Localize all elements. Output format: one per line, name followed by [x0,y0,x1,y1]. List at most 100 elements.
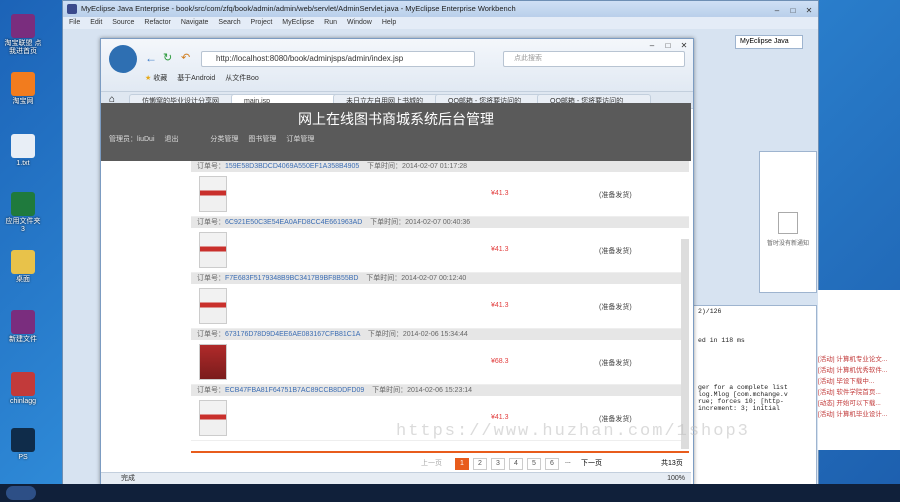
order-header: 订单号：159E58D3BDCD4069A550EF1A358B4905 下单时… [191,161,689,172]
taobao-icon [11,72,35,96]
minimize-icon[interactable]: – [647,41,657,51]
page-4[interactable]: 4 [509,458,523,470]
page-scrollbar[interactable] [681,239,689,449]
maximize-icon[interactable]: □ [663,41,673,51]
prev-page[interactable]: 上一页 [421,458,442,468]
site-title: 网上在线图书商城系统后台管理 [298,112,494,128]
order-no-label: 订单号： [197,219,225,226]
order-no[interactable]: 673176D78D9D4EE6AE083167CFB81C1A [225,331,360,338]
myeclipse-titlebar[interactable]: MyEclipse Java Enterprise - book/src/com… [63,1,818,17]
desktop-icon-5[interactable]: 桌面 [4,250,42,284]
order-time: 2014-02-06 15:34:44 [402,331,468,338]
order-item: 订单号：673176D78D9D4EE6AE083167CFB81C1A 下单时… [191,329,689,385]
logout-link[interactable]: 退出 [164,136,178,143]
page-1[interactable]: 1 [455,458,469,470]
order-header: 订单号：673176D78D9D4EE6AE083167CFB81C1A 下单时… [191,329,689,340]
taskbar [0,484,900,502]
order-no-label: 订单号： [197,163,225,170]
site-header: 网上在线图书商城系统后台管理 管理员：liuDui 退出 分类管理 图书管理 订… [101,103,691,161]
activity-item[interactable]: [活动] 软件学院首页... [818,387,900,398]
menu-source[interactable]: Source [112,19,134,26]
order-status[interactable]: (准备发货) [599,246,632,256]
menu-myeclipse[interactable]: MyEclipse [282,19,314,26]
book-cover[interactable] [199,176,227,212]
photoshop-icon [11,428,35,452]
activity-item[interactable]: [活动] 毕设下载中... [818,376,900,387]
activity-item[interactable]: [活动] 计算机毕业设计... [818,409,900,420]
perspective-switcher[interactable]: MyEclipse Java [735,35,803,49]
order-item: 订单号：6C921E50C3E54EA0AFD8CC4E661963AD 下单时… [191,217,689,273]
book-cover[interactable] [199,344,227,380]
window-controls: – □ ✕ [766,3,814,19]
order-no[interactable]: ECB47FBA81F64751B7AC89CCB8DDFD09 [225,387,364,394]
nav-orders[interactable]: 订单管理 [286,136,314,143]
page-2[interactable]: 2 [473,458,487,470]
order-status[interactable]: (准备发货) [599,302,632,312]
console-time: 2)/126 [698,308,722,315]
avatar[interactable] [109,45,137,73]
folder-icon [11,250,35,274]
order-time-label: 下单时间： [370,219,406,226]
notification-panel: 暂时没有新通知 [759,151,817,293]
menu-run[interactable]: Run [324,19,337,26]
menu-navigate[interactable]: Navigate [181,19,209,26]
favorite-item[interactable]: 基于Android [177,75,215,82]
page-5[interactable]: 5 [527,458,541,470]
order-status[interactable]: (准备发货) [599,190,632,200]
undo-icon[interactable]: ↶ [181,51,190,64]
order-no[interactable]: 159E58D3BDCD4069A550EF1A358B4905 [225,163,359,170]
nav-books[interactable]: 图书管理 [248,136,276,143]
book-cover[interactable] [199,232,227,268]
book-cover[interactable] [199,400,227,436]
back-icon[interactable]: ← [145,51,157,65]
order-price: ¥41.3 [491,190,509,197]
notice-icon [778,212,798,234]
order-no[interactable]: 6C921E50C3E54EA0AFD8CC4E661963AD [225,219,362,226]
page-6[interactable]: 6 [545,458,559,470]
menu-help[interactable]: Help [382,19,396,26]
order-no[interactable]: F7E683F5179348B9BC3417B9BF8B55BD [225,275,358,282]
browser-toolbar: ← ↻ ↶ http://localhost:8080/book/adminjs… [101,39,693,92]
minimize-icon[interactable]: – [772,6,782,16]
admin-label: 管理员：liuDui [109,136,155,143]
start-button[interactable] [6,486,36,500]
search-input[interactable]: 点此搜索 [503,51,685,67]
no-notice-text: 暂时没有新通知 [766,241,809,247]
menu-edit[interactable]: Edit [90,19,102,26]
desktop-icon-6[interactable]: 新建文件 [4,310,42,344]
menu-window[interactable]: Window [347,19,372,26]
activity-item[interactable]: [活动] 计算机优秀软件... [818,365,900,376]
order-price: ¥41.3 [491,302,509,309]
desktop-icon-7[interactable]: chinlagg [4,372,42,406]
order-status[interactable]: (准备发货) [599,358,632,368]
desktop-icon-1[interactable]: 淘宝联盟 点我进首页 [4,14,42,56]
desktop-icon-4[interactable]: 应用文件夹3 [4,192,42,234]
menu-file[interactable]: File [69,19,80,26]
maximize-icon[interactable]: □ [788,6,798,16]
desktop-icon-8[interactable]: PS [4,428,42,462]
desktop-icon-3[interactable]: 1.txt [4,134,42,168]
order-time: 2014-02-07 01:17:28 [402,163,468,170]
nav-category[interactable]: 分类管理 [210,136,238,143]
activity-list: [活动] 计算机专业论文... [活动] 计算机优秀软件... [活动] 毕设下… [818,290,900,450]
console-panel: 2)/126 ed in 118 ms ger for a complete l… [693,305,817,485]
menu-project[interactable]: Project [251,19,273,26]
browser-window[interactable]: ← ↻ ↶ http://localhost:8080/book/adminjs… [100,38,694,486]
desktop-icon-2[interactable]: 淘宝网 [4,72,42,106]
refresh-icon[interactable]: ↻ [163,51,172,64]
menu-refactor[interactable]: Refactor [144,19,170,26]
next-page[interactable]: 下一页 [581,458,602,468]
order-body: ¥41.3 (准备发货) [191,228,689,273]
favorite-item[interactable]: 收藏 [153,75,167,82]
book-cover[interactable] [199,288,227,324]
page-3[interactable]: 3 [491,458,505,470]
activity-item[interactable]: [动态] 开始可以下载... [818,398,900,409]
menu-search[interactable]: Search [218,19,240,26]
close-icon[interactable]: ✕ [679,41,689,51]
address-bar[interactable]: http://localhost:8080/book/adminjsps/adm… [201,51,475,67]
favorite-item[interactable]: 从文件Boo [225,75,258,82]
close-icon[interactable]: ✕ [804,6,814,16]
console-line: ger for a complete list [698,384,788,391]
order-item: 订单号：159E58D3BDCD4069A550EF1A358B4905 下单时… [191,161,689,217]
activity-item[interactable]: [活动] 计算机专业论文... [818,354,900,365]
